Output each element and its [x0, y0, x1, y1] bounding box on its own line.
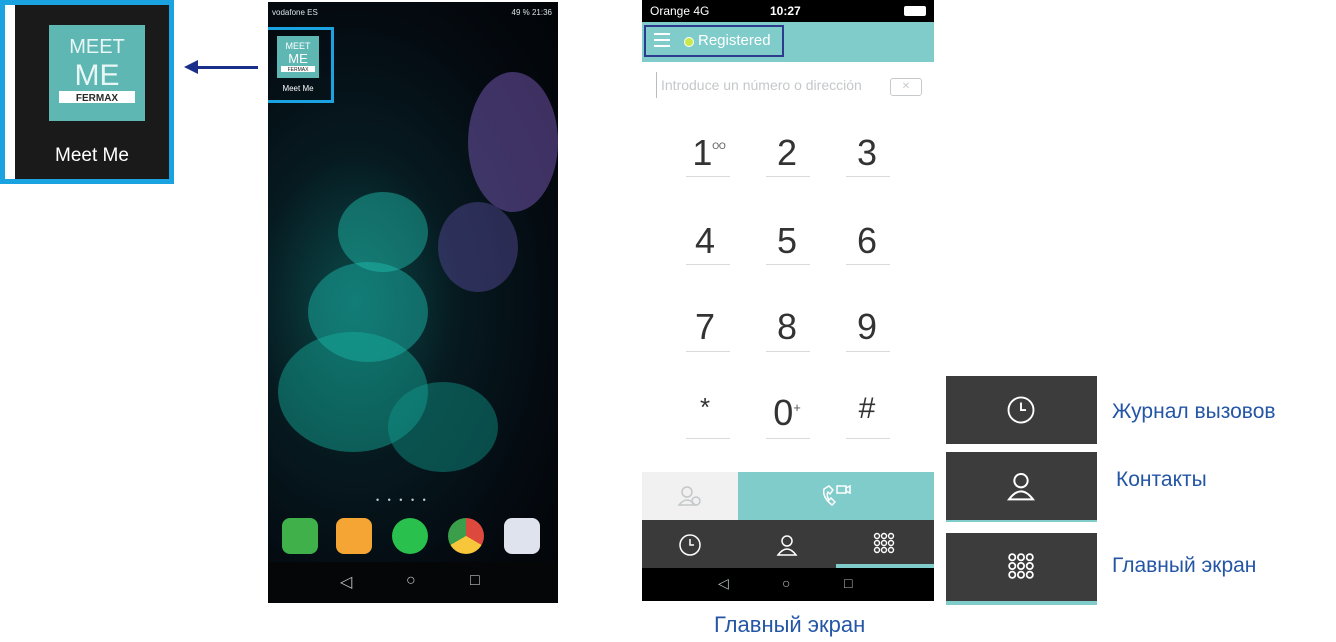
key-divider — [846, 176, 890, 177]
add-contact-icon — [677, 486, 701, 506]
app-icon-callout: MEET ME FERMAX Meet Me — [0, 0, 174, 184]
registration-highlight: Registered — [644, 25, 784, 57]
key-divider — [766, 438, 810, 439]
key-divider — [766, 264, 810, 265]
home-app-label: Meet Me — [282, 84, 314, 93]
key-1[interactable]: 1ᴼᴼ — [686, 132, 732, 174]
key-divider — [686, 176, 730, 177]
svg-text:FERMAX: FERMAX — [288, 67, 310, 73]
key-2[interactable]: 2 — [764, 132, 810, 174]
key-divider — [766, 176, 810, 177]
android-home-screen: vodafone ES 49 % 21:36 MEET ME FERMAX Me… — [268, 2, 558, 603]
dialer-screen: Orange 4G 10:27 Registered Introduce un … — [642, 0, 934, 601]
pointer-arrow-icon — [184, 60, 198, 74]
pointer-arrow-line — [196, 66, 258, 69]
app-name-label: Meet Me — [55, 145, 129, 166]
page-indicator: • • • • • — [376, 495, 429, 505]
key-divider — [686, 264, 730, 265]
backspace-icon[interactable]: ✕ — [890, 78, 922, 96]
svg-text:FERMAX: FERMAX — [76, 93, 119, 104]
video-call-button[interactable] — [738, 472, 934, 520]
status-carrier: vodafone ES — [272, 8, 318, 17]
key-6[interactable]: 6 — [844, 220, 890, 262]
key-3[interactable]: 3 — [844, 132, 890, 174]
wallpaper-flower — [468, 72, 558, 212]
key-divider — [686, 351, 730, 352]
home-circle-icon[interactable]: ○ — [782, 575, 790, 591]
clock-icon — [1007, 396, 1035, 424]
legend-contacts-label: Контакты — [1116, 468, 1207, 491]
back-icon[interactable]: ◁ — [340, 572, 352, 592]
svg-text:MEET: MEET — [285, 41, 311, 51]
carrier-label: Orange 4G — [650, 4, 710, 18]
wallpaper-flower — [438, 202, 518, 292]
contact-icon — [1006, 473, 1036, 501]
menu-icon[interactable] — [654, 33, 670, 49]
android-nav-bar: ◁ ○ □ — [268, 562, 558, 603]
recents-icon[interactable]: □ — [470, 572, 480, 590]
svg-text:ME: ME — [288, 51, 308, 66]
dialer-caption: Главный экран — [714, 612, 866, 637]
keypad-icon — [873, 532, 895, 554]
tab-call-log[interactable] — [642, 520, 739, 568]
key-0[interactable]: 0+ — [764, 392, 810, 434]
app-dock — [268, 512, 558, 558]
clock-icon — [679, 534, 701, 556]
key-hash[interactable]: # — [844, 392, 890, 426]
contact-icon — [776, 535, 798, 556]
key-8[interactable]: 8 — [764, 306, 810, 348]
number-input[interactable]: Introduce un número o dirección — [656, 72, 885, 98]
legend-keypad-label: Главный экран — [1112, 554, 1257, 577]
tab-keypad[interactable] — [836, 520, 933, 568]
dialer-tab-bar — [642, 520, 934, 568]
svg-text:ME: ME — [75, 59, 120, 92]
legend-call-log-label: Журнал вызовов — [1112, 400, 1276, 423]
tab-contacts[interactable] — [739, 520, 836, 568]
legend-call-log-tile — [946, 376, 1097, 444]
key-divider — [686, 438, 730, 439]
phone-app-icon[interactable] — [282, 518, 318, 554]
key-star[interactable]: * — [682, 392, 728, 423]
recents-icon[interactable]: □ — [844, 575, 852, 591]
back-icon[interactable]: ◁ — [718, 575, 729, 592]
callout-strip — [5, 5, 15, 179]
chrome-app-icon[interactable] — [448, 518, 484, 554]
battery-icon — [904, 6, 926, 16]
wallpaper-leaf — [388, 382, 498, 472]
key-9[interactable]: 9 — [844, 306, 890, 348]
ios-status-bar: Orange 4G 10:27 — [642, 0, 934, 22]
wallpaper-leaf — [338, 192, 428, 272]
key-divider — [846, 438, 890, 439]
meet-me-logo-icon: MEET ME FERMAX — [49, 25, 145, 121]
registration-status: Registered — [698, 32, 771, 49]
legend-contacts-underline — [946, 520, 1097, 522]
home-app-highlight[interactable]: MEET ME FERMAX Meet Me — [268, 27, 334, 103]
home-circle-icon[interactable]: ○ — [406, 572, 416, 590]
svg-text:MEET: MEET — [69, 36, 125, 58]
video-call-icon — [822, 484, 851, 507]
key-divider — [846, 264, 890, 265]
key-5[interactable]: 5 — [764, 220, 810, 262]
key-divider — [766, 351, 810, 352]
legend-contacts-tile — [946, 452, 1097, 520]
dialer-nav-bar: ◁ ○ □ — [642, 568, 934, 601]
meet-me-app-icon: MEET ME FERMAX — [277, 36, 319, 78]
key-divider — [846, 351, 890, 352]
legend-keypad-tile — [946, 533, 1097, 601]
android-status-bar: vodafone ES 49 % 21:36 — [268, 2, 558, 22]
status-right: 49 % 21:36 — [511, 8, 552, 17]
legend-keypad-underline — [946, 601, 1097, 605]
status-dot-icon — [684, 37, 694, 47]
clock-label: 10:27 — [770, 4, 801, 18]
keypad-icon — [1008, 553, 1034, 579]
camera-app-icon[interactable] — [504, 518, 540, 554]
whatsapp-app-icon[interactable] — [392, 518, 428, 554]
add-contact-button[interactable] — [642, 472, 738, 520]
key-7[interactable]: 7 — [682, 306, 728, 348]
key-4[interactable]: 4 — [682, 220, 728, 262]
contacts-app-icon[interactable] — [336, 518, 372, 554]
